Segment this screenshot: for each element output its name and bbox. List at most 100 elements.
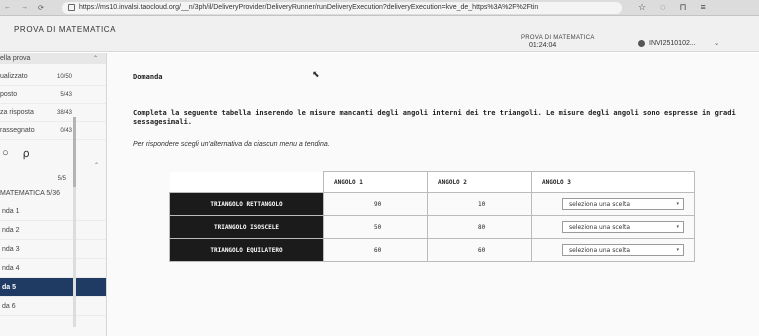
stat-value: 0/43: [60, 127, 72, 134]
stat-label: posto: [0, 91, 18, 98]
header-section-info: PROVA DI MATEMATICA 01:24:04: [521, 35, 595, 49]
stat-risposto: posto 5/43: [0, 86, 106, 104]
row-header: TRIANGOLO RETTANGOLO: [169, 192, 324, 216]
dropdown-value: seleziona una scelta: [569, 223, 631, 231]
table-row: TRIANGOLO EQUILATERO 60 60 seleziona una…: [169, 238, 695, 262]
sidebar-item-label: da 6: [2, 302, 16, 310]
column-header: ANGOLO 1: [323, 171, 428, 193]
app-header: PROVA DI MATEMATICA PROVA DI MATEMATICA …: [0, 16, 759, 52]
dropdown-value: seleziona una scelta: [569, 200, 631, 208]
dropdown-arrow-icon: ▾: [676, 201, 679, 207]
question-text-line: Completa la seguente tabella inserendo l…: [133, 109, 736, 117]
section-count: 5/5: [57, 176, 66, 182]
stat-visualizzato: ualizzato 10/50: [0, 68, 106, 86]
stat-value: 10/50: [56, 73, 72, 80]
angle-value: 90: [323, 192, 428, 216]
url-text: https://ms10.invalsi.taocloud.org/__n/3p…: [79, 4, 539, 11]
angle-value: 10: [427, 192, 532, 216]
sidebar-section-count: 5/5: [0, 172, 106, 186]
user-menu[interactable]: INVI2510102... ⌄: [638, 39, 720, 47]
user-id: INVI2510102...: [649, 39, 696, 47]
angle-select-cell: seleziona una scelta ▾: [531, 238, 695, 262]
sidebar-item-label: nda 4: [2, 264, 20, 272]
sidebar-item-label: nda 2: [2, 226, 20, 234]
sidebar-item-domanda-3[interactable]: nda 3: [0, 240, 106, 259]
sidebar-item-label: nda 3: [2, 245, 20, 253]
scrollbar-thumb[interactable]: [73, 117, 76, 187]
extensions-icon[interactable]: ⊓: [679, 2, 686, 13]
browser-toolbar-icons: ☆ ◌ ⊓ ≡: [638, 2, 706, 13]
sidebar-item-label: nda 1: [2, 207, 20, 215]
stat-label: rassegnato: [0, 127, 35, 134]
sidebar-item-domanda-4[interactable]: nda 4: [0, 259, 106, 278]
question-hint: Per rispondere scegli un'alternativa da …: [133, 141, 330, 148]
angle-value: 60: [323, 238, 428, 262]
sidebar-scroll-up[interactable]: ⌃: [0, 162, 106, 172]
angle-dropdown[interactable]: seleziona una scelta ▾: [562, 244, 684, 256]
stat-contrassegnato: rassegnato 0/43: [0, 122, 106, 140]
dropdown-arrow-icon: ▾: [676, 224, 679, 230]
flag-filter-icon[interactable]: ⍴: [23, 147, 30, 160]
scroll-up-icon[interactable]: ⌃: [94, 162, 99, 169]
section-title: PROVA DI MATEMATICA: [521, 35, 595, 41]
stat-label: za risposta: [0, 109, 34, 116]
back-icon[interactable]: ←: [4, 4, 11, 12]
section-label: MATEMATICA 5/36: [0, 189, 61, 197]
sidebar-item-domanda-2[interactable]: nda 2: [0, 221, 106, 240]
main-content: Domanda ⬉ Completa la seguente tabella i…: [107, 53, 759, 336]
sidebar-header[interactable]: ella prova ⌃: [0, 53, 106, 64]
sidebar-question-list: nda 1 nda 2 nda 3 nda 4 da 5 da 6: [0, 202, 106, 316]
menu-icon[interactable]: ≡: [700, 2, 705, 13]
table-row: TRIANGOLO RETTANGOLO 90 10 seleziona una…: [169, 192, 695, 216]
question-title: Domanda: [133, 73, 163, 81]
angle-dropdown[interactable]: seleziona una scelta ▾: [562, 221, 684, 233]
forward-icon[interactable]: →: [21, 4, 28, 12]
timer: 01:24:04: [529, 42, 557, 49]
sidebar-item-label: da 5: [2, 283, 17, 291]
browser-bar: ← → ⟳ https://ms10.invalsi.taocloud.org/…: [0, 0, 759, 16]
angle-select-cell: seleziona una scelta ▾: [531, 192, 695, 216]
shield-icon[interactable]: ◌: [660, 2, 665, 13]
table-header-row: ANGOLO 1 ANGOLO 2 ANGOLO 3: [169, 171, 695, 193]
angle-value: 60: [427, 238, 532, 262]
stat-senza-risposta: za risposta 38/43: [0, 104, 106, 122]
sidebar-section-matematica[interactable]: MATEMATICA 5/36: [0, 186, 106, 200]
sidebar: ella prova ⌃ ualizzato 10/50 posto 5/43 …: [0, 53, 107, 336]
angle-value: 50: [323, 215, 428, 239]
table-corner: [169, 171, 324, 193]
app-title: PROVA DI MATEMATICA: [14, 25, 117, 34]
reload-icon[interactable]: ⟳: [38, 4, 44, 12]
sidebar-scrollbar[interactable]: [73, 117, 76, 327]
angle-dropdown[interactable]: seleziona una scelta ▾: [562, 198, 684, 210]
sidebar-stats: ualizzato 10/50 posto 5/43 za risposta 3…: [0, 64, 106, 140]
angle-select-cell: seleziona una scelta ▾: [531, 215, 695, 239]
stat-value: 5/43: [60, 91, 72, 98]
sidebar-item-domanda-6[interactable]: da 6: [0, 297, 106, 316]
table-row: TRIANGOLO ISOSCELE 50 80 seleziona una s…: [169, 215, 695, 239]
stat-label: ualizzato: [0, 73, 28, 80]
sidebar-item-domanda-5[interactable]: da 5: [0, 278, 106, 297]
lock-icon: [68, 4, 75, 11]
sidebar-item-domanda-1[interactable]: nda 1: [0, 202, 106, 221]
column-header: ANGOLO 2: [427, 171, 532, 193]
browser-nav: ← → ⟳: [0, 4, 60, 12]
angle-value: 80: [427, 215, 532, 239]
chevron-up-icon[interactable]: ⌃: [93, 55, 98, 62]
address-bar[interactable]: https://ms10.invalsi.taocloud.org/__n/3p…: [62, 1, 622, 14]
sidebar-tools: ○ ⍴: [0, 142, 106, 164]
sidebar-header-label: ella prova: [0, 55, 31, 62]
stat-value: 38/43: [56, 109, 72, 116]
row-header: TRIANGOLO EQUILATERO: [169, 238, 324, 262]
chevron-down-icon[interactable]: ⌄: [714, 39, 720, 47]
circle-filter-icon[interactable]: ○: [2, 147, 9, 159]
dropdown-arrow-icon: ▾: [676, 247, 679, 253]
bookmark-star-icon[interactable]: ☆: [638, 2, 646, 13]
mouse-cursor-icon: ⬉: [312, 69, 320, 79]
question-text-line: sessagesimali.: [133, 118, 193, 126]
row-header: TRIANGOLO ISOSCELE: [169, 215, 324, 239]
dropdown-value: seleziona una scelta: [569, 246, 631, 254]
column-header: ANGOLO 3: [531, 171, 695, 193]
answer-table: ANGOLO 1 ANGOLO 2 ANGOLO 3 TRIANGOLO RET…: [169, 171, 695, 262]
user-icon: [638, 39, 645, 47]
question-text: Completa la seguente tabella inserendo l…: [133, 109, 753, 127]
